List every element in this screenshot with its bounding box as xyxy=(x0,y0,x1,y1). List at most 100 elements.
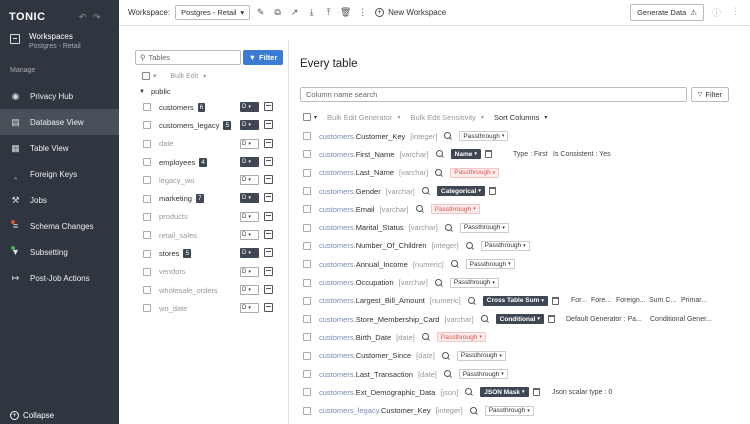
table-name[interactable]: products xyxy=(159,212,188,221)
table-view-icon[interactable] xyxy=(264,284,273,294)
column-name[interactable]: customers.Last_Transaction xyxy=(319,370,413,379)
table-name[interactable]: wo_date xyxy=(159,304,187,313)
column-name[interactable]: customers.Customer_Key xyxy=(319,132,405,141)
column-checkbox[interactable] xyxy=(303,370,311,378)
table-mode-select[interactable]: D ▾ xyxy=(240,230,259,241)
table-row[interactable]: vendors D ▾ xyxy=(143,263,288,281)
column-name[interactable]: customers.Annual_Income xyxy=(319,260,408,269)
generator-select[interactable]: Passthrough ▾ xyxy=(450,167,500,178)
column-name[interactable]: customers.Last_Name xyxy=(319,168,394,177)
tables-filter-button[interactable]: ▼ Filter xyxy=(243,50,283,65)
column-name[interactable]: customers.Largest_Bill_Amount xyxy=(319,296,425,305)
table-row[interactable]: marketing 7 D ▾ xyxy=(143,189,288,207)
table-mode-select[interactable]: D ▾ xyxy=(240,193,259,204)
generator-select[interactable]: Passthrough ▾ xyxy=(436,332,486,343)
table-row[interactable]: products D ▾ xyxy=(143,208,288,226)
table-mode-select[interactable]: D ▾ xyxy=(240,102,259,112)
table-checkbox[interactable] xyxy=(143,103,151,112)
sidebar-item-database-view[interactable]: ▤ Database View xyxy=(0,109,119,135)
table-row[interactable]: customers_legacy 5 D ▾ xyxy=(143,116,288,134)
search-icon[interactable] xyxy=(421,333,430,341)
sidebar-item-post-job-actions[interactable]: ↦ Post-Job Actions xyxy=(0,265,119,291)
table-view-icon[interactable] xyxy=(264,120,273,130)
column-checkbox[interactable] xyxy=(303,278,311,287)
search-icon[interactable] xyxy=(443,370,452,378)
column-checkbox[interactable] xyxy=(303,150,311,159)
table-view-icon[interactable] xyxy=(264,266,273,276)
table-mode-select[interactable]: D ▾ xyxy=(240,248,259,259)
search-icon[interactable] xyxy=(415,205,424,213)
trash-icon[interactable]: 🗑 xyxy=(339,6,352,19)
table-view-icon[interactable] xyxy=(264,156,273,166)
column-name[interactable]: customers.First_Name xyxy=(319,150,394,159)
generator-select[interactable]: JSON Mask ▾ xyxy=(480,387,529,398)
column-name[interactable]: customers.Ext_Demographic_Data xyxy=(319,388,435,397)
column-checkbox[interactable] xyxy=(303,296,311,305)
trash-icon[interactable] xyxy=(488,187,496,196)
generator-select[interactable]: Passthrough ▾ xyxy=(459,131,509,142)
table-name[interactable]: employees xyxy=(159,158,195,167)
table-view-icon[interactable] xyxy=(264,193,273,203)
select-all-tables-checkbox[interactable] xyxy=(142,72,150,80)
trash-icon[interactable] xyxy=(547,315,555,324)
table-name[interactable]: retail_sales xyxy=(159,231,197,240)
table-name[interactable]: vendors xyxy=(159,267,186,276)
column-checkbox[interactable] xyxy=(303,205,311,214)
table-checkbox[interactable] xyxy=(143,139,151,148)
table-view-icon[interactable] xyxy=(264,138,273,148)
column-name[interactable]: customers_legacy.Customer_Key xyxy=(319,406,431,415)
more-vertical-icon[interactable]: ⋮ xyxy=(731,6,740,19)
column-checkbox[interactable] xyxy=(303,406,311,415)
column-name[interactable]: customers.Email xyxy=(319,205,374,214)
table-view-icon[interactable] xyxy=(264,303,273,313)
tables-search-input[interactable]: ⚲ Tables xyxy=(135,50,241,65)
column-checkbox[interactable] xyxy=(303,168,311,177)
copy-icon[interactable]: ⧉ xyxy=(271,6,284,19)
table-checkbox[interactable] xyxy=(143,194,151,203)
search-icon[interactable] xyxy=(435,150,444,158)
workspace-select[interactable]: Postgres - Retail ▾ xyxy=(175,5,251,20)
search-icon[interactable] xyxy=(465,388,473,396)
trash-icon[interactable] xyxy=(484,150,492,159)
workspaces-link[interactable]: Workspaces Postgres - Retail xyxy=(0,26,119,56)
search-icon[interactable] xyxy=(444,132,452,140)
generator-select[interactable]: Passthrough ▾ xyxy=(459,222,509,233)
generator-select[interactable]: Passthrough ▾ xyxy=(458,369,508,379)
bulk-edit-sensitivity-button[interactable]: Bulk Edit Sensitivity ▾ xyxy=(410,113,483,122)
table-row[interactable]: legacy_wo D ▾ xyxy=(143,171,288,189)
search-icon[interactable] xyxy=(467,296,476,305)
table-view-icon[interactable] xyxy=(264,102,273,111)
search-icon[interactable] xyxy=(465,241,474,250)
search-icon[interactable] xyxy=(469,406,478,415)
sidebar-item-subsetting[interactable]: ▼ Subsetting xyxy=(0,239,119,265)
table-mode-select[interactable]: D ▾ xyxy=(240,156,259,167)
table-checkbox[interactable] xyxy=(143,158,151,167)
column-name[interactable]: customers.Customer_Since xyxy=(319,351,411,360)
generator-select[interactable]: Passthrough ▾ xyxy=(449,277,499,288)
column-checkbox[interactable] xyxy=(303,223,311,232)
table-name[interactable]: legacy_wo xyxy=(159,176,194,185)
edit-icon[interactable]: ✎ xyxy=(254,6,267,19)
generator-select[interactable]: Cross Table Sum ▾ xyxy=(482,295,548,306)
table-name[interactable]: customers_legacy xyxy=(159,121,219,130)
column-name[interactable]: customers.Marital_Status xyxy=(319,223,404,232)
column-filter-button[interactable]: ▽ Filter xyxy=(691,87,729,102)
column-checkbox[interactable] xyxy=(303,388,311,397)
generator-select[interactable]: Passthrough ▾ xyxy=(456,350,506,361)
sidebar-item-foreign-keys[interactable]: ‸ Foreign Keys xyxy=(0,161,119,187)
column-name[interactable]: customers.Number_Of_Children xyxy=(319,241,427,250)
table-mode-select[interactable]: D ▾ xyxy=(240,175,259,186)
table-view-icon[interactable] xyxy=(264,230,273,240)
trash-icon[interactable] xyxy=(551,296,559,305)
table-view-icon[interactable] xyxy=(264,211,273,221)
table-mode-select[interactable]: D ▾ xyxy=(240,266,259,277)
table-checkbox[interactable] xyxy=(143,121,151,130)
column-checkbox[interactable] xyxy=(303,333,311,342)
generator-select[interactable]: Categorical ▾ xyxy=(436,186,485,197)
open-external-icon[interactable]: ↗ xyxy=(288,6,301,19)
search-icon[interactable] xyxy=(480,315,489,323)
column-name[interactable]: customers.Store_Membership_Card xyxy=(319,315,439,324)
column-name[interactable]: customers.Occupation xyxy=(319,278,394,287)
table-name[interactable]: customers xyxy=(159,103,194,112)
sidebar-item-jobs[interactable]: ⚒ Jobs xyxy=(0,187,119,213)
